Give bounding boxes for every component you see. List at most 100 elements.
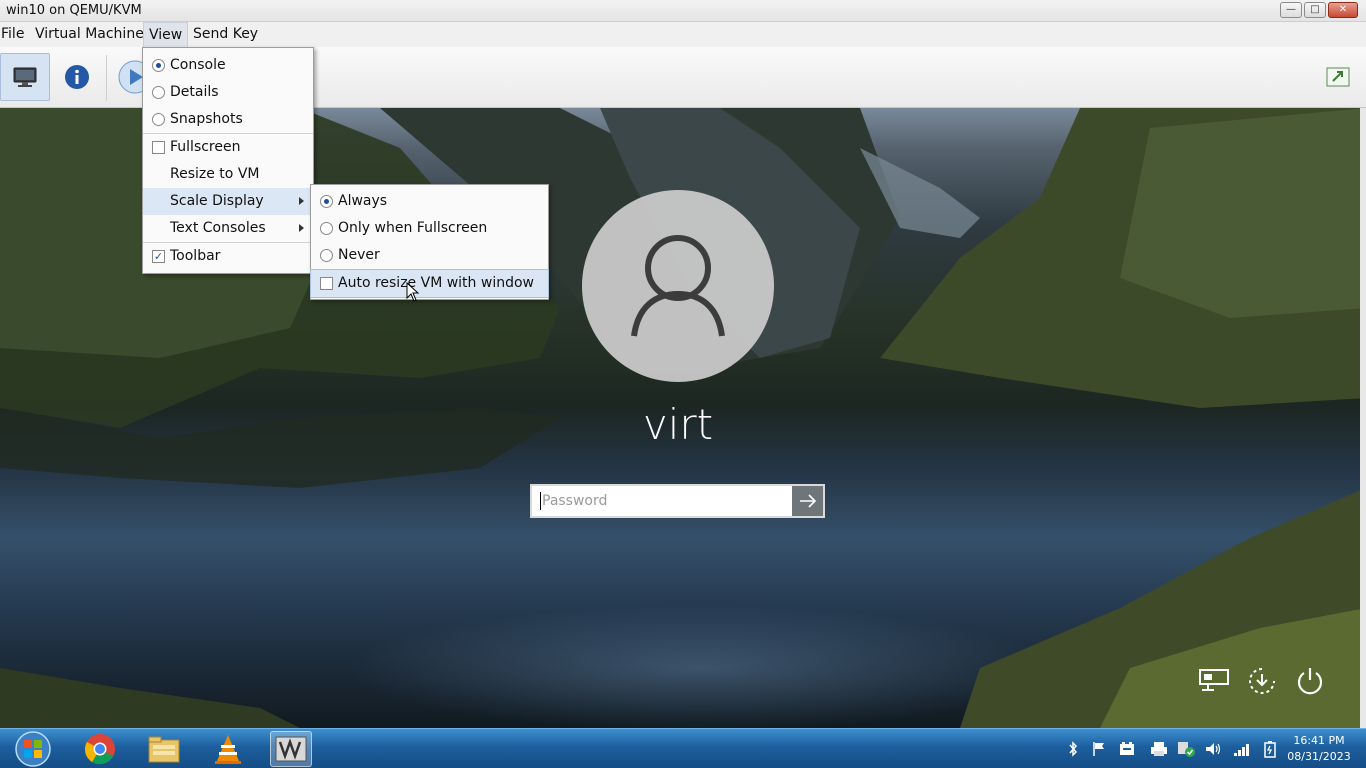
minimize-button[interactable]: — — [1280, 2, 1302, 18]
mouse-cursor-icon — [406, 282, 420, 302]
device-icon — [1120, 742, 1134, 755]
view-snapshots-label: Snapshots — [170, 111, 243, 127]
window-controls: — □ ✕ — [1280, 2, 1358, 18]
submenu-arrow-icon — [299, 197, 304, 205]
checkbox-icon — [320, 277, 333, 290]
clock-date: 08/31/2023 — [1287, 750, 1351, 763]
scale-always-label: Always — [338, 193, 388, 209]
user-avatar — [582, 190, 774, 382]
tray-device[interactable] — [1116, 729, 1138, 768]
view-details-label: Details — [170, 84, 219, 100]
menu-virtual-machine[interactable]: Virtual Machine — [30, 22, 149, 47]
ease-of-access-button[interactable] — [1244, 666, 1280, 696]
usb-check-icon — [1178, 742, 1195, 757]
user-icon — [631, 235, 725, 337]
password-input[interactable]: Password — [530, 484, 794, 518]
bluetooth-icon — [1069, 741, 1078, 757]
signal-bars-icon — [1234, 744, 1249, 756]
network-button[interactable] — [1196, 666, 1232, 696]
radio-icon — [152, 113, 165, 126]
view-resize-item[interactable]: Resize to VM — [143, 161, 313, 188]
folder-icon — [148, 736, 180, 763]
network-icon — [1199, 669, 1229, 691]
flag-icon — [1093, 742, 1104, 756]
login-username: virt — [642, 400, 714, 449]
printer-icon — [1151, 742, 1167, 756]
windows-start-icon — [15, 731, 51, 767]
tray-volume[interactable] — [1202, 729, 1224, 768]
start-button[interactable] — [8, 731, 58, 767]
virt-manager-icon — [275, 736, 307, 762]
power-icon — [1297, 668, 1323, 695]
menubar: File Virtual Machine View Send Key — [0, 22, 1366, 47]
arrow-right-icon — [799, 494, 816, 508]
auto-resize-item[interactable]: Auto resize VM with window — [310, 269, 549, 298]
tray-bluetooth[interactable] — [1062, 729, 1084, 768]
scale-always-item[interactable]: Always — [311, 188, 548, 215]
tray-network[interactable] — [1231, 729, 1253, 768]
view-fullscreen-item[interactable]: Fullscreen — [143, 134, 313, 161]
view-scale-display-item[interactable]: Scale Display — [143, 188, 313, 215]
tray-action-center[interactable] — [1088, 729, 1110, 768]
radio-icon — [320, 249, 333, 262]
tray-printer[interactable] — [1148, 729, 1170, 768]
radio-icon — [152, 86, 165, 99]
view-snapshots-item[interactable]: Snapshots — [143, 106, 313, 133]
view-text-consoles-label: Text Consoles — [170, 220, 266, 236]
show-console-button[interactable] — [0, 53, 50, 101]
battery-plug-icon — [1264, 741, 1276, 758]
scale-only-fullscreen-item[interactable]: Only when Fullscreen — [311, 215, 548, 242]
taskbar: 16:41 PM 08/31/2023 — [0, 728, 1366, 768]
password-placeholder: Password — [542, 493, 608, 509]
window-titlebar: win10 on QEMU/KVM — □ ✕ — [0, 0, 1366, 22]
scale-only-fullscreen-label: Only when Fullscreen — [338, 220, 488, 236]
window-title: win10 on QEMU/KVM — [6, 3, 142, 18]
submit-password-button[interactable] — [792, 484, 825, 518]
scale-never-label: Never — [338, 247, 380, 263]
monitor-icon — [13, 67, 37, 87]
info-icon — [65, 65, 89, 89]
menu-view[interactable]: View — [143, 22, 189, 47]
close-button[interactable]: ✕ — [1328, 2, 1358, 18]
volume-icon — [1206, 743, 1221, 755]
show-details-button[interactable] — [52, 53, 102, 101]
text-caret — [540, 492, 541, 510]
taskbar-virt-manager[interactable] — [270, 731, 312, 767]
view-text-consoles-item[interactable]: Text Consoles — [143, 215, 313, 242]
vlc-icon — [215, 735, 241, 764]
checkbox-icon — [152, 141, 165, 154]
menu-file[interactable]: File — [0, 22, 29, 47]
taskbar-vlc[interactable] — [204, 731, 252, 767]
view-scale-display-label: Scale Display — [170, 193, 264, 209]
console-edge — [1360, 108, 1366, 728]
menu-send-key[interactable]: Send Key — [188, 22, 263, 47]
expand-icon — [1326, 67, 1350, 87]
taskbar-explorer[interactable] — [140, 731, 188, 767]
view-resize-label: Resize to VM — [170, 166, 260, 182]
view-fullscreen-label: Fullscreen — [170, 139, 241, 155]
radio-selected-icon — [152, 59, 165, 72]
ease-of-access-icon — [1249, 668, 1275, 694]
radio-icon — [320, 222, 333, 235]
resize-to-vm-button[interactable] — [1314, 53, 1362, 101]
submenu-arrow-icon — [299, 224, 304, 232]
power-button[interactable] — [1292, 666, 1328, 696]
view-details-item[interactable]: Details — [143, 79, 313, 106]
auto-resize-label: Auto resize VM with window — [338, 275, 534, 291]
scale-display-submenu: Always Only when Fullscreen Never Auto r… — [310, 184, 549, 300]
scale-never-item[interactable]: Never — [311, 242, 548, 269]
chrome-icon — [84, 734, 115, 765]
radio-selected-icon — [320, 195, 333, 208]
view-console-item[interactable]: Console — [143, 52, 313, 79]
tray-power[interactable] — [1259, 729, 1281, 768]
view-toolbar-label: Toolbar — [170, 248, 221, 264]
taskbar-chrome[interactable] — [76, 731, 124, 767]
view-console-label: Console — [170, 57, 226, 73]
view-menu: Console Details Snapshots Fullscreen Res… — [142, 47, 314, 274]
maximize-button[interactable]: □ — [1304, 2, 1326, 18]
checkbox-checked-icon: ✓ — [152, 250, 165, 263]
tray-safely-remove[interactable] — [1175, 729, 1197, 768]
view-toolbar-item[interactable]: ✓ Toolbar — [143, 243, 313, 270]
clock-time: 16:41 PM — [1293, 734, 1345, 747]
taskbar-clock[interactable]: 16:41 PM 08/31/2023 — [1284, 733, 1354, 765]
